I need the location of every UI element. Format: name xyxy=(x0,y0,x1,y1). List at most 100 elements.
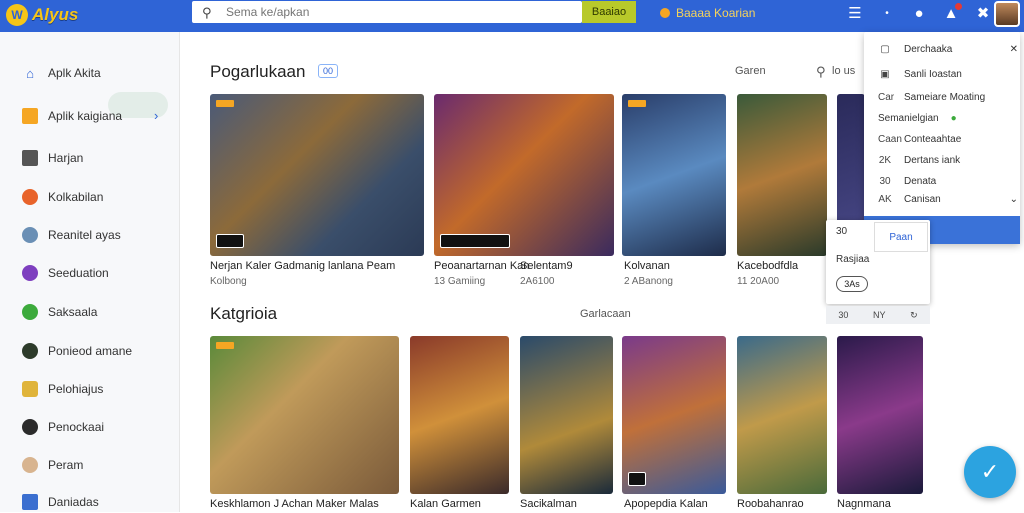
sidebar-item-categories[interactable]: Aplik kaigiana xyxy=(22,105,122,127)
rating-badge xyxy=(216,234,244,248)
chevron-down-icon[interactable]: ⌄ xyxy=(1010,194,1018,205)
card-sub: 2A6100 xyxy=(520,276,555,287)
sidebar-item-label: Pelohiajus xyxy=(48,382,104,396)
sidebar-item-home[interactable]: ⌂ Aplk Akita xyxy=(22,62,101,84)
ribbon-badge xyxy=(216,342,234,349)
sidebar-item-harjan[interactable]: Harjan xyxy=(22,147,83,169)
user-avatar[interactable] xyxy=(994,1,1020,27)
menu-item-label: Semanielgian xyxy=(878,112,939,124)
refresh-icon[interactable]: ↻ xyxy=(910,310,918,321)
rating-badge xyxy=(440,234,510,248)
sidebar-item-reanitel[interactable]: Reanitel ayas xyxy=(22,224,121,246)
game-card-3[interactable] xyxy=(622,94,726,256)
puzzle-icon[interactable]: ✖ xyxy=(974,4,992,22)
category-card-4[interactable] xyxy=(622,336,726,494)
game-card-2[interactable] xyxy=(434,94,614,256)
card-title[interactable]: Kacebodfdla xyxy=(737,260,798,272)
card-title[interactable]: Kalan Garmen xyxy=(410,498,481,510)
sidebar-item-label: Aplk Akita xyxy=(48,66,101,80)
sidebar-item-label: Kolkabilan xyxy=(48,190,104,204)
menu-item[interactable]: 2K Dertans iank xyxy=(878,151,1018,169)
sidebar-item-peram[interactable]: Peram xyxy=(22,454,83,476)
sidebar-item-label: Harjan xyxy=(48,151,84,165)
category-card-1[interactable] xyxy=(210,336,399,494)
text-icon: 30 xyxy=(879,175,891,187)
search-input[interactable] xyxy=(226,5,556,19)
sidebar-item-kolkabilan[interactable]: Kolkabilan xyxy=(22,186,103,208)
ribbon-badge xyxy=(628,100,646,107)
top-filter-extra[interactable]: lo us xyxy=(832,65,855,77)
floating-action-button[interactable]: ✓ xyxy=(964,446,1016,498)
dot-icon[interactable]: • xyxy=(878,8,896,19)
menu-item[interactable]: Car Sameiare Moating xyxy=(878,88,1018,106)
sidebar-item-daniadas[interactable]: Daniadas xyxy=(22,491,99,513)
logo-badge-icon: W xyxy=(6,4,28,26)
category-card-2[interactable] xyxy=(410,336,509,494)
promo-icon xyxy=(660,8,670,18)
game-card-1[interactable] xyxy=(210,94,424,256)
menu-item[interactable]: 30 Denata xyxy=(878,172,1018,190)
card-title[interactable]: Peoanartarnan Kan xyxy=(434,260,529,272)
search-icon[interactable]: ⚲ xyxy=(816,64,826,80)
category-card-6[interactable] xyxy=(837,336,923,494)
cat-filter-label[interactable]: Garlacaan xyxy=(580,308,631,320)
category-card-5[interactable] xyxy=(737,336,827,494)
sidebar-item-saksaala[interactable]: Saksaala xyxy=(22,301,97,323)
card-title[interactable]: Kolvanan xyxy=(624,260,670,272)
close-icon[interactable]: ✕ xyxy=(1010,44,1018,55)
card-sub: 2 ABanong xyxy=(624,276,673,287)
category-card-3[interactable] xyxy=(520,336,613,494)
chat-icon[interactable]: ● xyxy=(910,5,928,22)
game-card-4[interactable] xyxy=(737,94,827,256)
sidebar-item-label: Ponieod amane xyxy=(48,344,133,358)
top-filter-label[interactable]: Garen xyxy=(735,65,766,77)
dropdown-menu: ▢ Derchaaka ✕ ▣ Sanli Ioastan Car Sameia… xyxy=(864,32,1020,244)
dark-app-icon xyxy=(22,419,38,435)
avatar-icon xyxy=(22,227,38,243)
menu-item[interactable]: Caan Conteaahtae xyxy=(878,130,1018,148)
edit-icon: ✓ xyxy=(980,459,1000,484)
top-bar: W Alyus ⚲ Baaiao Baaaa Koarian ☰ • ● ▲ ✖ xyxy=(0,0,1024,32)
card-title[interactable]: Selentam9 xyxy=(520,260,573,272)
notification-dot xyxy=(955,2,962,10)
green-app-icon xyxy=(22,304,38,320)
menu-item[interactable]: ▢ Derchaaka ✕ xyxy=(878,40,1018,58)
top-icons: ☰ • ● ▲ ✖ xyxy=(846,2,992,22)
popover-label: 30 xyxy=(836,226,848,237)
rating-badge xyxy=(628,472,646,486)
notification-bell-icon[interactable]: ▲ xyxy=(942,2,962,22)
search-bar[interactable]: ⚲ xyxy=(192,1,582,23)
briefcase-icon xyxy=(22,150,38,166)
tool-item[interactable]: 30 xyxy=(838,310,848,320)
card-title[interactable]: Nagnmana xyxy=(837,498,891,510)
tool-item[interactable]: NY xyxy=(873,310,886,320)
ribbon-badge xyxy=(216,100,234,107)
sidebar-item-label: Aplik kaigiana xyxy=(48,109,123,123)
sidebar-item-seeduation[interactable]: Seeduation xyxy=(22,262,109,284)
card-title[interactable]: Sacikalman xyxy=(520,498,577,510)
app-logo[interactable]: W Alyus xyxy=(6,3,78,27)
blue-app-icon xyxy=(22,494,38,510)
popover-button[interactable]: Paan xyxy=(874,222,928,252)
card-sub: 13 Gamiing xyxy=(434,276,486,287)
menu-item[interactable]: ▣ Sanli Ioastan xyxy=(878,65,1018,83)
chevron-right-icon[interactable]: › xyxy=(154,108,158,123)
sidebar-item-penockaai[interactable]: Penockaai xyxy=(22,416,104,438)
face-icon xyxy=(22,457,38,473)
menu-item[interactable]: Semanielgian ● xyxy=(878,109,1018,127)
menu-item[interactable]: AK Canisan ⌄ xyxy=(878,190,1018,208)
card-title[interactable]: Keskhlamon J Achan Maker Malas xyxy=(210,498,379,510)
menu-item-label: Sameiare Moating xyxy=(904,91,986,103)
popover-pill[interactable]: 3As xyxy=(836,276,868,292)
sidebar-item-pelohiajus[interactable]: Pelohiajus xyxy=(22,378,103,400)
promo-link[interactable]: Baaaa Koarian xyxy=(660,6,755,20)
sidebar-item-label: Penockaai xyxy=(48,420,105,434)
card-title[interactable]: Roobahanrao xyxy=(737,498,804,510)
menu-item-label: Dertans iank xyxy=(904,154,961,166)
search-button[interactable]: Baaiao xyxy=(582,1,636,23)
menu-icon[interactable]: ☰ xyxy=(846,4,864,22)
sidebar-item-label: Peram xyxy=(48,458,84,472)
card-title[interactable]: Nerjan Kaler Gadmanig lanlana Peam xyxy=(210,260,395,272)
card-title[interactable]: Apopepdia Kalan xyxy=(624,498,708,510)
sidebar-item-ponieod[interactable]: Ponieod amane xyxy=(22,340,132,362)
